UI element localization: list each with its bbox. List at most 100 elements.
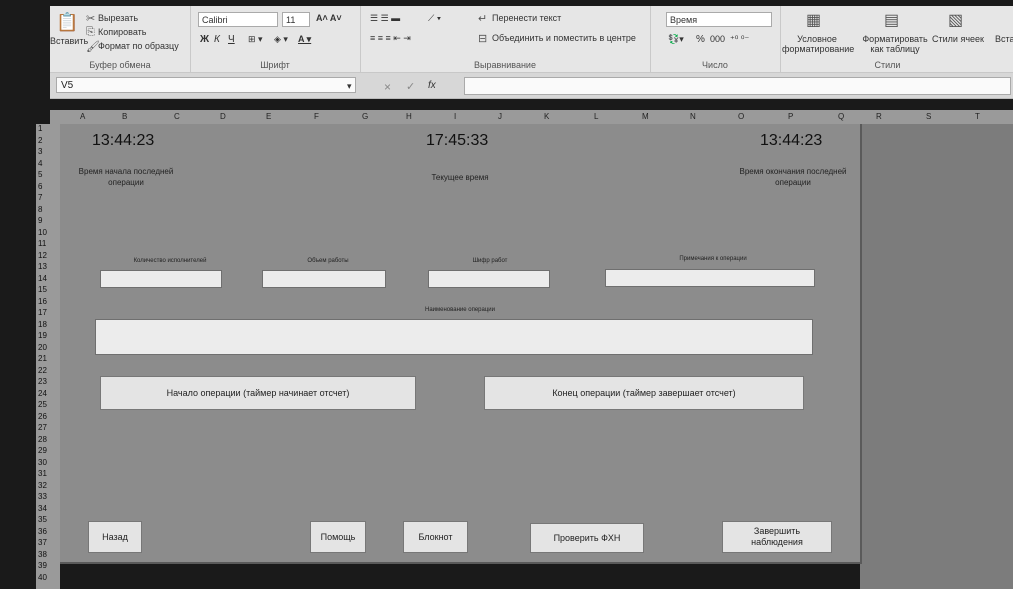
row-header-16[interactable]: 16 bbox=[38, 297, 47, 306]
row-header-14[interactable]: 14 bbox=[38, 274, 47, 283]
merge-center-button[interactable]: Объединить и поместить в центре bbox=[492, 33, 636, 43]
row-header-35[interactable]: 35 bbox=[38, 515, 47, 524]
formula-input[interactable] bbox=[464, 77, 1011, 95]
row-header-1[interactable]: 1 bbox=[38, 124, 42, 133]
row-header-19[interactable]: 19 bbox=[38, 331, 47, 340]
code-input[interactable] bbox=[428, 270, 550, 288]
name-box-dropdown-icon[interactable]: ▾ bbox=[347, 81, 352, 92]
column-header-R[interactable]: R bbox=[876, 112, 882, 121]
empty-grid-area[interactable] bbox=[860, 124, 1013, 589]
column-header-G[interactable]: G bbox=[362, 112, 368, 121]
row-header-15[interactable]: 15 bbox=[38, 285, 47, 294]
column-header-Q[interactable]: Q bbox=[838, 112, 844, 121]
column-header-K[interactable]: K bbox=[544, 112, 549, 121]
column-header-E[interactable]: E bbox=[266, 112, 271, 121]
row-header-40[interactable]: 40 bbox=[38, 573, 47, 582]
notepad-button[interactable]: Блокнот bbox=[403, 521, 468, 553]
enter-icon[interactable]: ✓ bbox=[406, 80, 415, 93]
row-header-33[interactable]: 33 bbox=[38, 492, 47, 501]
grow-font-icon[interactable]: A˄ A˅ bbox=[316, 13, 342, 23]
cut-button[interactable]: Вырезать bbox=[98, 13, 138, 23]
row-header-9[interactable]: 9 bbox=[38, 216, 42, 225]
column-header-D[interactable]: D bbox=[220, 112, 226, 121]
help-button[interactable]: Помощь bbox=[310, 521, 366, 553]
insert-button[interactable]: Вста bbox=[995, 34, 1013, 44]
column-header-L[interactable]: L bbox=[594, 112, 598, 121]
row-header-12[interactable]: 12 bbox=[38, 251, 47, 260]
row-header-10[interactable]: 10 bbox=[38, 228, 47, 237]
fill-color-icon[interactable]: ◈ ▾ bbox=[274, 34, 288, 45]
cancel-icon[interactable]: × bbox=[384, 80, 391, 94]
row-header-18[interactable]: 18 bbox=[38, 320, 47, 329]
row-header-24[interactable]: 24 bbox=[38, 389, 47, 398]
back-button[interactable]: Назад bbox=[88, 521, 142, 553]
row-header-7[interactable]: 7 bbox=[38, 193, 42, 202]
row-header-31[interactable]: 31 bbox=[38, 469, 47, 478]
volume-input[interactable] bbox=[262, 270, 386, 288]
row-header-13[interactable]: 13 bbox=[38, 262, 47, 271]
end-operation-button[interactable]: Конец операции (таймер завершает отсчет) bbox=[484, 376, 804, 410]
row-header-26[interactable]: 26 bbox=[38, 412, 47, 421]
column-header-H[interactable]: H bbox=[406, 112, 412, 121]
align-left-icons[interactable]: ≡ ≡ ≡ ⇤ ⇥ bbox=[370, 33, 411, 44]
row-header-30[interactable]: 30 bbox=[38, 458, 47, 467]
thousands-button[interactable]: 000 bbox=[710, 34, 725, 44]
row-header-25[interactable]: 25 bbox=[38, 400, 47, 409]
insert-function-icon[interactable]: fx bbox=[428, 80, 436, 91]
decimal-icons[interactable]: ⁺⁰ ⁰⁻ bbox=[730, 34, 749, 45]
column-header-P[interactable]: P bbox=[788, 112, 793, 121]
orientation-icon[interactable]: ⟋ ▾ bbox=[428, 13, 441, 24]
row-header-34[interactable]: 34 bbox=[38, 504, 47, 513]
paste-icon[interactable]: 📋 bbox=[56, 12, 78, 33]
align-top-icons[interactable]: ☰ ☰ ▬ bbox=[370, 13, 400, 24]
row-header-21[interactable]: 21 bbox=[38, 354, 47, 363]
bold-button[interactable]: Ж bbox=[200, 34, 209, 45]
row-header-2[interactable]: 2 bbox=[38, 136, 42, 145]
row-header-36[interactable]: 36 bbox=[38, 527, 47, 536]
column-header-F[interactable]: F bbox=[314, 112, 319, 121]
operation-name-input[interactable] bbox=[95, 319, 813, 355]
column-header-B[interactable]: B bbox=[122, 112, 127, 121]
column-header-O[interactable]: O bbox=[738, 112, 744, 121]
row-header-38[interactable]: 38 bbox=[38, 550, 47, 559]
font-color-icon[interactable]: A ▾ bbox=[298, 34, 311, 45]
row-header-8[interactable]: 8 bbox=[38, 205, 42, 214]
borders-icon[interactable]: ⊞ ▾ bbox=[248, 34, 263, 45]
row-header-28[interactable]: 28 bbox=[38, 435, 47, 444]
number-format-select[interactable]: Время bbox=[666, 12, 772, 27]
row-header-17[interactable]: 17 bbox=[38, 308, 47, 317]
font-name-select[interactable]: Calibri bbox=[198, 12, 278, 27]
column-header-I[interactable]: I bbox=[454, 112, 456, 121]
row-header-27[interactable]: 27 bbox=[38, 423, 47, 432]
row-header-22[interactable]: 22 bbox=[38, 366, 47, 375]
row-header-4[interactable]: 4 bbox=[38, 159, 42, 168]
percent-button[interactable]: % bbox=[696, 34, 705, 45]
copy-button[interactable]: Копировать bbox=[98, 27, 146, 37]
column-header-N[interactable]: N bbox=[690, 112, 696, 121]
row-header-23[interactable]: 23 bbox=[38, 377, 47, 386]
row-header-20[interactable]: 20 bbox=[38, 343, 47, 352]
conditional-format-button[interactable]: Условное форматирование bbox=[782, 34, 854, 54]
font-size-select[interactable]: 11 bbox=[282, 12, 310, 27]
underline-button[interactable]: Ч bbox=[228, 34, 235, 45]
row-header-32[interactable]: 32 bbox=[38, 481, 47, 490]
cell-styles-button[interactable]: Стили ячеек bbox=[932, 34, 984, 44]
start-operation-button[interactable]: Начало операции (таймер начинает отсчет) bbox=[100, 376, 416, 410]
row-header-39[interactable]: 39 bbox=[38, 561, 47, 570]
row-header-6[interactable]: 6 bbox=[38, 182, 42, 191]
column-header-A[interactable]: A bbox=[80, 112, 85, 121]
check-fhn-button[interactable]: Проверить ФХН bbox=[530, 523, 644, 553]
column-header-J[interactable]: J bbox=[498, 112, 502, 121]
name-box[interactable]: V5 bbox=[56, 77, 356, 93]
column-header-S[interactable]: S bbox=[926, 112, 931, 121]
row-header-37[interactable]: 37 bbox=[38, 538, 47, 547]
currency-icon[interactable]: 💱▾ bbox=[668, 34, 684, 45]
note-input[interactable] bbox=[605, 269, 815, 287]
format-painter-button[interactable]: Формат по образцу bbox=[98, 41, 179, 51]
row-header-11[interactable]: 11 bbox=[38, 239, 46, 248]
row-header-29[interactable]: 29 bbox=[38, 446, 47, 455]
workers-input[interactable] bbox=[100, 270, 222, 288]
column-header-C[interactable]: C bbox=[174, 112, 180, 121]
finish-observation-button[interactable]: Завершить наблюдения bbox=[722, 521, 832, 553]
italic-button[interactable]: К bbox=[214, 34, 220, 45]
